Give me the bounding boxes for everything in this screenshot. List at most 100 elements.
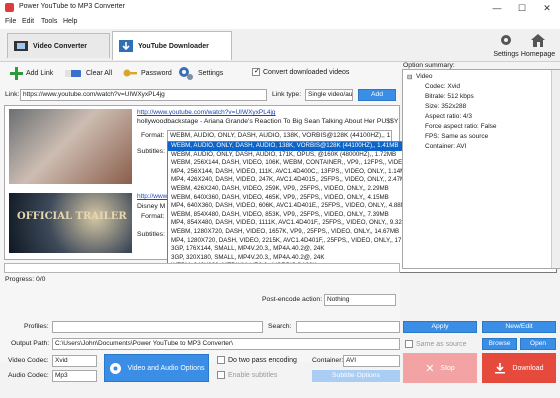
item-title: Disney M (137, 203, 166, 210)
download-arrow-icon (495, 363, 506, 374)
tab-youtube-downloader[interactable]: YouTube Downloader (112, 31, 232, 60)
profiles-label: Profiles: (24, 323, 49, 330)
tree-scrollbar[interactable] (551, 70, 560, 268)
enable-subtitles-checkbox[interactable]: Enable subtitles (217, 371, 277, 379)
output-path-input[interactable]: C:\Users\John\Documents\Power YouTube to… (52, 338, 400, 350)
container-label: Container: (312, 357, 344, 364)
maximize-button[interactable]: ☐ (511, 1, 533, 15)
apply-button[interactable]: Apply (403, 321, 477, 333)
search-label: Search: (268, 323, 292, 330)
audio-codec-select[interactable]: Mp3 (52, 370, 97, 382)
download-label: Download (512, 364, 544, 372)
menu-tools[interactable]: Tools (41, 18, 57, 25)
tree-node: Bitrate: 512 kbps (425, 93, 474, 100)
add-link-button[interactable]: Add Link (10, 66, 54, 80)
add-button[interactable]: Add (358, 89, 396, 101)
subtitle-options-button[interactable]: Subtitle Options (312, 370, 400, 382)
minimize-button[interactable]: — (486, 1, 508, 15)
close-button[interactable]: ✕ (536, 1, 558, 15)
password-label: Password (141, 69, 172, 77)
app-icon (5, 3, 14, 12)
tree-node: FPS: Same as source (425, 133, 489, 140)
password-button[interactable]: Password (123, 63, 172, 83)
video-codec-select[interactable]: Xvid (52, 355, 97, 367)
search-input[interactable] (296, 321, 400, 333)
option-summary-title: Option summary: (403, 62, 455, 69)
homepage-tool-button[interactable]: Homepage (516, 33, 560, 58)
output-path-label: Output Path: (11, 340, 50, 347)
post-encode-label: Post-encode action: (262, 296, 323, 303)
tree-node: Aspect ratio: 4/3 (425, 113, 472, 120)
open-button[interactable]: Open (520, 338, 556, 350)
tree-node: Size: 352x288 (425, 103, 467, 110)
link-input[interactable]: https://www.youtube.com/watch?v=UIWXyxPL… (20, 89, 267, 101)
item-title: hollywoodbackstage - Ariana Grande's Rea… (137, 118, 399, 125)
checkbox[interactable] (405, 340, 413, 348)
tree-expander[interactable]: ⊟ (407, 73, 412, 81)
menu-edit[interactable]: Edit (22, 18, 34, 25)
menu-file[interactable]: File (5, 18, 16, 25)
subtitles-label: Subtitles: (137, 148, 165, 155)
format-label: Format: (141, 132, 165, 139)
convert-downloaded-checkbox[interactable]: Convert downloaded videos (252, 68, 349, 76)
video-thumbnail (9, 109, 132, 184)
enable-subtitles-label: Enable subtitles (228, 371, 278, 379)
settings-action-label: Settings (198, 69, 224, 77)
youtube-download-icon (119, 40, 133, 52)
container-select[interactable]: AVI (343, 355, 400, 367)
format-label: Format: (141, 213, 165, 220)
video-codec-label: Video Codec: (8, 357, 49, 364)
subtitles-label: Subtitles: (137, 231, 165, 238)
add-link-label: Add Link (26, 69, 54, 77)
settings-action-button[interactable]: Settings (178, 63, 223, 83)
clear-all-button[interactable]: Clear All (64, 63, 112, 83)
same-as-source-label: Same as source (416, 340, 467, 348)
tree-node-video: Video (416, 73, 433, 80)
tab-video-converter[interactable]: Video Converter (7, 33, 110, 58)
film-icon (14, 41, 28, 51)
link-label: Link: (5, 91, 20, 98)
video-thumbnail: OFFICIAL TRAILER (9, 193, 132, 253)
key-icon (123, 69, 137, 77)
video-audio-options-button[interactable]: Video and Audio Options (104, 354, 209, 382)
tab-label: YouTube Downloader (138, 42, 209, 50)
progress-label: Progress: 0/0 (5, 276, 46, 283)
close-x-icon: ✕ (425, 362, 435, 375)
tab-label: Video Converter (33, 42, 87, 50)
post-encode-select[interactable]: Nothing (324, 294, 396, 306)
homepage-tool-label: Homepage (520, 51, 556, 58)
eraser-icon (65, 69, 81, 77)
home-icon (531, 34, 545, 47)
progress-bar (4, 263, 400, 273)
tree-node: Codec: Xvid (425, 83, 461, 90)
new-edit-button[interactable]: New/Edit (482, 321, 556, 333)
menu-bar: File Edit Tools Help (0, 16, 560, 29)
item-url[interactable]: http://www.youtube.com/watch?v=UIWXyxPL4… (137, 109, 276, 116)
clear-all-label: Clear All (86, 69, 113, 77)
title-bar: Power YouTube to MP3 Converter — ☐ ✕ (0, 0, 560, 16)
two-pass-label: Do two pass encoding (228, 356, 297, 364)
thumbnail-text: OFFICIAL TRAILER (17, 211, 127, 222)
checkbox[interactable] (217, 356, 225, 364)
convert-downloaded-label: Convert downloaded videos (263, 68, 350, 76)
audio-codec-label: Audio Codec: (8, 372, 49, 379)
window-title: Power YouTube to MP3 Converter (19, 3, 125, 10)
link-type-select[interactable]: Single video/audio (305, 89, 353, 101)
tree-node: Container: AVI (425, 143, 467, 150)
two-pass-checkbox[interactable]: Do two pass encoding (217, 356, 297, 364)
stop-button[interactable]: ✕ Stop (403, 353, 477, 383)
gear-icon (109, 362, 121, 374)
menu-help[interactable]: Help (63, 18, 77, 25)
same-as-source-checkbox[interactable]: Same as source (405, 340, 467, 348)
plus-icon (10, 66, 23, 80)
profiles-select[interactable] (52, 321, 263, 333)
tree-node: Force aspect ratio: False (425, 123, 497, 130)
checkbox[interactable] (252, 68, 260, 76)
option-summary-tree[interactable]: ⊟ Video Codec: Xvid Bitrate: 512 kbps Si… (402, 69, 560, 269)
link-type-label: Link type: (272, 91, 302, 98)
stop-label: Stop (440, 364, 455, 372)
checkbox[interactable] (217, 371, 225, 379)
action-bar: Add Link (10, 63, 53, 83)
download-button[interactable]: Download (482, 353, 556, 383)
browse-button[interactable]: Browse (482, 338, 517, 350)
